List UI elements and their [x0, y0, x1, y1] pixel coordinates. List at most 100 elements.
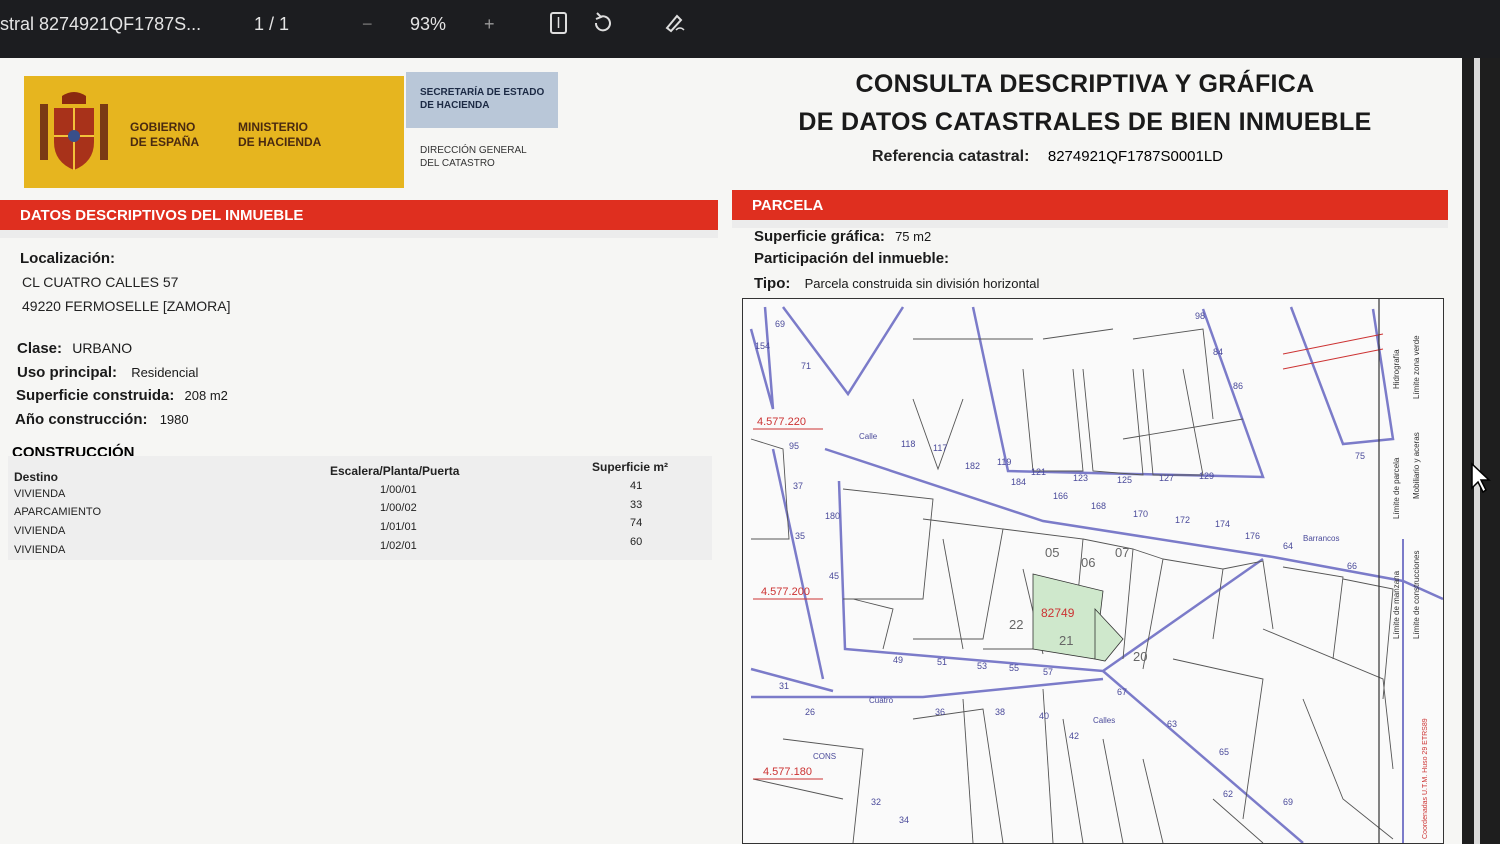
- street-label: Calle: [859, 432, 878, 441]
- street-label: CONS: [813, 752, 836, 761]
- parcel-number: 05: [1045, 545, 1059, 560]
- house-number: 31: [779, 681, 789, 691]
- legend-mobiliario: Mobiliario y aceras: [1412, 432, 1421, 499]
- zoom-level[interactable]: 93%: [410, 14, 446, 35]
- house-number: 65: [1219, 747, 1229, 757]
- parcela-band: PARCELA: [732, 190, 1448, 220]
- datos-descriptivos-band: DATOS DESCRIPTIVOS DEL INMUEBLE: [0, 200, 718, 230]
- col-escalera: Escalera/Planta/Puerta: [330, 464, 460, 478]
- legend-hidrografia: Hidrografía: [1392, 349, 1401, 389]
- house-number: 98: [1195, 311, 1205, 321]
- viewer-toolbar: stral 8274921QF1787S... 1 / 1 − 93% +: [0, 0, 1500, 58]
- participacion-label: Participación del inmueble:: [754, 250, 950, 267]
- tipo-value: Parcela construida sin división horizont…: [804, 276, 1040, 291]
- superficie-row: Superficie construida: 208 m2: [16, 387, 228, 404]
- tipo-row: Tipo: Parcela construida sin división ho…: [754, 275, 1039, 292]
- parcel-number: 07: [1115, 545, 1129, 560]
- anio-row: Año construcción: 1980: [15, 411, 189, 428]
- parcel-number: 20: [1133, 649, 1147, 664]
- house-number: 62: [1223, 789, 1233, 799]
- fit-page-icon[interactable]: [546, 10, 572, 36]
- window-edge: [1462, 58, 1500, 844]
- house-number: 174: [1215, 519, 1230, 529]
- house-number: 69: [1283, 797, 1293, 807]
- referencia-row: Referencia catastral: 8274921QF1787S0001…: [872, 148, 1223, 166]
- tipo-label: Tipo:: [754, 275, 791, 292]
- secretaria-text: SECRETARÍA DE ESTADO DE HACIENDA: [420, 87, 545, 111]
- scrollbar[interactable]: [1474, 58, 1480, 844]
- house-number: 95: [789, 441, 799, 451]
- legend-limite-parcela: Límite de parcela: [1392, 457, 1401, 519]
- coord-label: 4.577.180: [763, 766, 812, 778]
- col-superficie: Superficie m²: [592, 460, 669, 474]
- page-indicator[interactable]: 1 / 1: [254, 14, 289, 35]
- zoom-out-button[interactable]: −: [362, 14, 373, 35]
- legend-limite-manzana: Límite de manzana: [1392, 570, 1401, 639]
- house-number: 45: [829, 571, 839, 581]
- house-number: 180: [825, 511, 840, 521]
- coord-label: 4.577.220: [757, 416, 806, 428]
- superficie-grafica-label: Superficie gráfica:: [754, 228, 885, 245]
- parcel-number: 22: [1009, 617, 1023, 632]
- superficie-grafica-row: Superficie gráfica: 75 m2: [754, 228, 931, 245]
- house-number: 154: [755, 341, 770, 351]
- pdf-page: GOBIERNO DE ESPAÑA MINISTERIO DE HACIEND…: [0, 58, 1462, 844]
- house-number: 71: [801, 361, 811, 371]
- legend-zona-verde: Límite zona verde: [1412, 335, 1421, 399]
- ministerio-line2: DE HACIENDA: [238, 135, 322, 149]
- row-superficie: 41: [630, 480, 643, 492]
- gobierno-line1: GOBIERNO: [130, 120, 196, 134]
- house-number: 37: [793, 481, 803, 491]
- col-destino: Destino: [14, 470, 59, 484]
- house-number: 32: [871, 797, 881, 807]
- house-number: 182: [965, 461, 980, 471]
- row-superficie: 33: [630, 499, 643, 511]
- page-title-line2: DE DATOS CATASTRALES DE BIEN INMUEBLE: [798, 108, 1372, 136]
- house-number: 84: [1213, 347, 1223, 357]
- house-number: 55: [1009, 663, 1019, 673]
- row-escalera: 1/00/02: [380, 502, 417, 514]
- band-shadow-left: [0, 230, 718, 238]
- house-number: 38: [995, 707, 1005, 717]
- house-number: 69: [775, 319, 785, 329]
- superficie-label: Superficie construida:: [16, 387, 175, 404]
- house-number: 63: [1167, 719, 1177, 729]
- house-number: 86: [1233, 381, 1243, 391]
- row-destino: VIVIENDA: [14, 488, 66, 500]
- house-number: 125: [1117, 475, 1132, 485]
- house-number: 123: [1073, 473, 1088, 483]
- uso-value: Residencial: [131, 365, 199, 380]
- row-escalera: 1/00/01: [380, 484, 417, 496]
- row-destino: VIVIENDA: [14, 525, 66, 537]
- parcel-number: 06: [1081, 555, 1095, 570]
- page-title-line1: CONSULTA DESCRIPTIVA Y GRÁFICA: [855, 70, 1315, 98]
- row-escalera: 1/02/01: [380, 540, 417, 552]
- gobierno-line2: DE ESPAÑA: [130, 135, 200, 149]
- parcel-ref-label: 82749: [1041, 606, 1075, 620]
- zoom-in-button[interactable]: +: [484, 14, 495, 35]
- ministerio-line1: MINISTERIO: [238, 120, 309, 134]
- house-number: 129: [1199, 471, 1214, 481]
- anio-value: 1980: [159, 412, 189, 427]
- cadastral-map[interactable]: 4.577.220 4.577.200 4.577.180 82749 05 0…: [742, 298, 1444, 844]
- house-number: 172: [1175, 515, 1190, 525]
- superficie-grafica-value: 75 m2: [895, 229, 932, 244]
- house-number: 57: [1043, 667, 1053, 677]
- annotate-icon[interactable]: [662, 10, 688, 36]
- row-destino: APARCAMIENTO: [14, 506, 101, 518]
- address-line2: 49220 FERMOSELLE [ZAMORA]: [22, 298, 231, 314]
- house-number: 127: [1159, 473, 1174, 483]
- parcel-number: 21: [1059, 633, 1073, 648]
- row-destino: VIVIENDA: [14, 544, 66, 556]
- referencia-value: 8274921QF1787S0001LD: [1047, 148, 1224, 165]
- house-number: 36: [935, 707, 945, 717]
- house-number: 168: [1091, 501, 1106, 511]
- house-number: 66: [1347, 561, 1357, 571]
- secretaria-box: SECRETARÍA DE ESTADO DE HACIENDA: [406, 72, 558, 128]
- uso-label: Uso principal:: [17, 364, 118, 381]
- rotate-icon[interactable]: [590, 10, 616, 36]
- coord-label: 4.577.200: [761, 586, 810, 598]
- house-number: 75: [1355, 451, 1365, 461]
- superficie-value: 208 m2: [184, 388, 228, 403]
- clase-row: Clase: URBANO: [17, 340, 132, 357]
